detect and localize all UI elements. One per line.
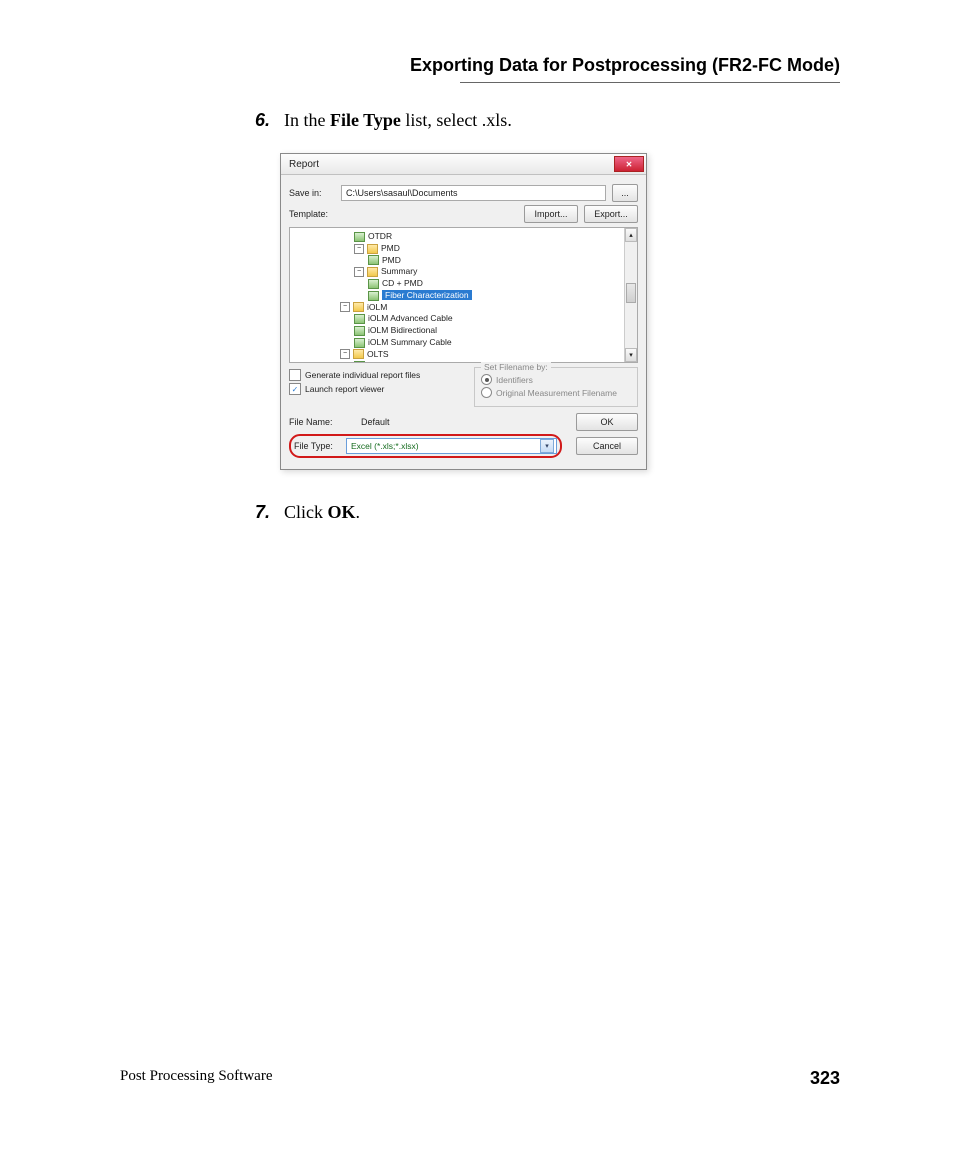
radio-icon <box>481 387 492 398</box>
step-6-pre: In the <box>284 110 330 130</box>
browse-button[interactable]: ... <box>612 184 638 202</box>
radio-label: Original Measurement Filename <box>496 388 617 398</box>
scroll-thumb[interactable] <box>626 283 636 303</box>
folder-icon <box>367 267 378 277</box>
step-6-number: 6. <box>240 108 270 133</box>
savein-input[interactable]: C:\Users\sasaul\Documents <box>341 185 606 201</box>
template-label: Template: <box>289 209 335 219</box>
filetype-label: File Type: <box>294 441 340 451</box>
page-number: 323 <box>810 1068 840 1089</box>
scrollbar[interactable]: ▴ ▾ <box>624 228 637 362</box>
tree-label: iOLM Summary Cable <box>368 337 452 347</box>
step-7-number: 7. <box>240 500 270 525</box>
step-7-post: . <box>356 502 361 522</box>
tree-item-iolm-summary[interactable]: iOLM Summary Cable <box>354 337 633 348</box>
tree-label: Summary <box>381 266 417 276</box>
filetype-highlight-ring: File Type: Excel (*.xls;*.xlsx) ▾ <box>289 434 562 458</box>
step-6-bold: File Type <box>330 110 401 130</box>
checkbox-generate-individual[interactable]: Generate individual report files <box>289 369 464 381</box>
step-6: 6. In the File Type list, select .xls. <box>240 108 840 133</box>
template-tree[interactable]: OTDR − PMD PMD − Summary CD + PMD Fiber Ch… <box>289 227 638 363</box>
tree-label: OTDR <box>368 231 392 241</box>
tree-label: PMD <box>381 243 400 253</box>
folder-icon <box>367 244 378 254</box>
filename-label: File Name: <box>289 417 345 427</box>
checkbox-icon <box>289 369 301 381</box>
tree-item-otdr[interactable]: OTDR <box>354 231 633 242</box>
tree-item-cd-pmd[interactable]: CD + PMD <box>368 278 633 289</box>
doc-icon <box>354 338 365 348</box>
footer-product: Post Processing Software <box>120 1068 273 1089</box>
step-6-text: In the File Type list, select .xls. <box>284 108 512 133</box>
checkbox-label: Generate individual report files <box>305 370 420 380</box>
export-button[interactable]: Export... <box>584 205 638 223</box>
collapse-icon[interactable]: − <box>340 302 350 312</box>
collapse-icon[interactable]: − <box>340 349 350 359</box>
radio-original-filename[interactable]: Original Measurement Filename <box>481 387 631 398</box>
import-button[interactable]: Import... <box>524 205 578 223</box>
page-header: Exporting Data for Postprocessing (FR2-F… <box>120 55 840 76</box>
tree-label: iOLM Advanced Cable <box>368 313 453 323</box>
tree-item-fiber-characterization[interactable]: Fiber Characterization <box>368 290 633 301</box>
tree-item-summary-folder[interactable]: − Summary CD + PMD Fiber Characterization <box>354 266 633 300</box>
checkbox-label: Launch report viewer <box>305 384 384 394</box>
step-6-post: list, select .xls. <box>401 110 512 130</box>
savein-label: Save in: <box>289 188 335 198</box>
folder-icon <box>353 302 364 312</box>
step-7-text: Click OK. <box>284 500 360 525</box>
tree-label: OLTS <box>367 349 389 359</box>
header-rule <box>460 82 840 83</box>
doc-icon <box>354 232 365 242</box>
radio-icon-selected <box>481 374 492 385</box>
checkbox-icon-checked: ✓ <box>289 383 301 395</box>
tree-label: CD + PMD <box>382 278 423 288</box>
doc-icon <box>368 255 379 265</box>
collapse-icon[interactable]: − <box>354 267 364 277</box>
tree-item-pmd-folder[interactable]: − PMD PMD <box>354 243 633 266</box>
set-filename-group: Set Filename by: Identifiers Original Me… <box>474 367 638 407</box>
tree-label: iOLM <box>367 302 387 312</box>
scroll-down-icon[interactable]: ▾ <box>625 348 637 362</box>
doc-icon <box>368 291 379 301</box>
radio-identifiers[interactable]: Identifiers <box>481 374 631 385</box>
step-7: 7. Click OK. <box>240 500 840 525</box>
tree-item-iolm-folder[interactable]: − iOLM iOLM Advanced Cable iOLM Bidirecti… <box>340 302 633 348</box>
doc-icon <box>354 361 365 363</box>
tree-label: Insertion Loss <box>368 360 421 363</box>
dialog-title: Report <box>289 159 319 170</box>
dialog-titlebar[interactable]: Report ✕ <box>281 154 646 175</box>
cancel-button[interactable]: Cancel <box>576 437 638 455</box>
scroll-up-icon[interactable]: ▴ <box>625 228 637 242</box>
tree-item-iolm-advanced[interactable]: iOLM Advanced Cable <box>354 313 633 324</box>
checkbox-launch-viewer[interactable]: ✓ Launch report viewer <box>289 383 464 395</box>
filename-value[interactable]: Default <box>351 417 570 427</box>
close-button[interactable]: ✕ <box>614 156 644 172</box>
group-title: Set Filename by: <box>481 362 551 372</box>
folder-icon <box>353 349 364 359</box>
tree-item-olts-folder[interactable]: − OLTS Insertion Loss <box>340 349 633 364</box>
filetype-value: Excel (*.xls;*.xlsx) <box>351 441 419 451</box>
doc-icon <box>354 314 365 324</box>
step-7-pre: Click <box>284 502 328 522</box>
tree-item-pmd[interactable]: PMD <box>368 255 633 266</box>
radio-label: Identifiers <box>496 375 533 385</box>
tree-label-selected: Fiber Characterization <box>382 290 472 300</box>
filetype-dropdown[interactable]: Excel (*.xls;*.xlsx) ▾ <box>346 438 557 454</box>
tree-label: iOLM Bidirectional <box>368 325 437 335</box>
collapse-icon[interactable]: − <box>354 244 364 254</box>
step-7-bold: OK <box>328 502 356 522</box>
doc-icon <box>368 279 379 289</box>
chevron-down-icon: ▾ <box>540 439 554 453</box>
doc-icon <box>354 326 365 336</box>
page-footer: Post Processing Software 323 <box>120 1068 840 1089</box>
tree-label: PMD <box>382 255 401 265</box>
report-dialog: Report ✕ Save in: C:\Users\sasaul\Docume… <box>280 153 647 470</box>
tree-item-iolm-bidirectional[interactable]: iOLM Bidirectional <box>354 325 633 336</box>
dialog-screenshot: Report ✕ Save in: C:\Users\sasaul\Docume… <box>280 153 840 470</box>
ok-button[interactable]: OK <box>576 413 638 431</box>
